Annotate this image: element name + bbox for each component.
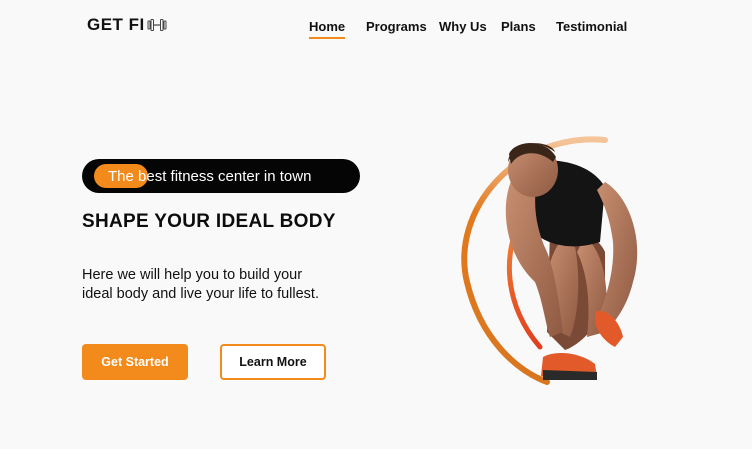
nav-item-plans[interactable]: Plans xyxy=(501,19,536,34)
tagline-text: The best fitness center in town xyxy=(108,168,312,185)
brand-logo[interactable]: GET FI xyxy=(87,15,167,35)
nav-item-testimonial[interactable]: Testimonial xyxy=(556,19,627,34)
nav-item-home[interactable]: Home xyxy=(309,19,346,39)
dumbbell-icon xyxy=(147,19,167,31)
brand-name: GET FI xyxy=(87,15,145,34)
nav-item-programs[interactable]: Programs xyxy=(366,19,427,34)
nav-item-why-us[interactable]: Why Us xyxy=(439,19,487,34)
hero-title: SHAPE YOUR IDEAL BODY xyxy=(82,211,336,232)
hero-description: Here we will help you to build your idea… xyxy=(82,267,319,302)
tagline-pill: The best fitness center in town xyxy=(82,159,360,193)
top-navbar: GET FI Home Programs Why Us Plans Testim… xyxy=(0,0,752,52)
athlete-tying-shoe-image xyxy=(461,136,638,385)
get-started-button[interactable]: Get Started xyxy=(82,344,188,380)
learn-more-button[interactable]: Learn More xyxy=(220,344,326,380)
